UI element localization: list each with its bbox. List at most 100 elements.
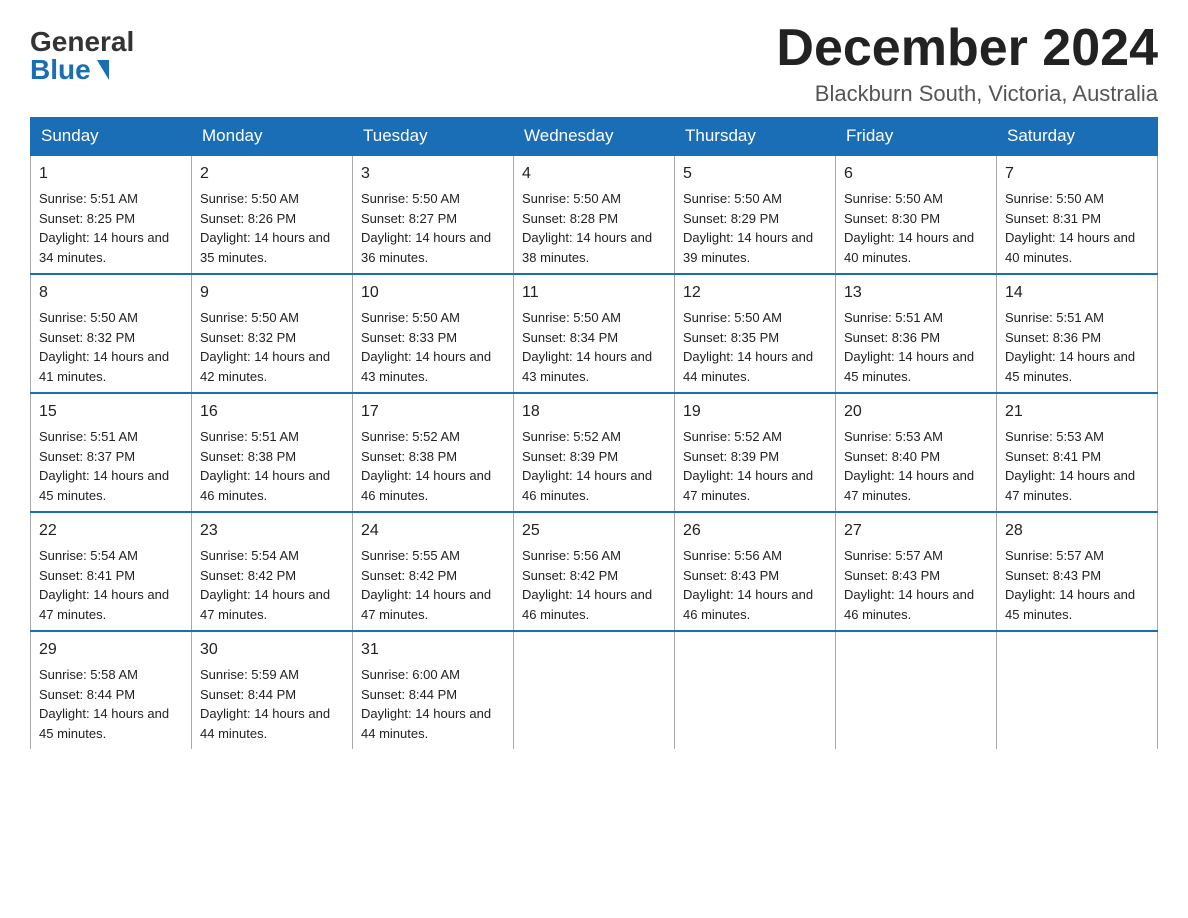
logo-general-text: General (30, 28, 134, 56)
daylight-label: Daylight: 14 hours and 47 minutes. (844, 468, 974, 503)
daylight-label: Daylight: 14 hours and 36 minutes. (361, 230, 491, 265)
sunset-label: Sunset: 8:33 PM (361, 330, 457, 345)
table-row: 2 Sunrise: 5:50 AM Sunset: 8:26 PM Dayli… (192, 155, 353, 274)
sunrise-label: Sunrise: 5:50 AM (683, 191, 782, 206)
logo-blue-text: Blue (30, 56, 109, 84)
month-title: December 2024 (776, 20, 1158, 77)
daylight-label: Daylight: 14 hours and 39 minutes. (683, 230, 813, 265)
day-number: 7 (1005, 162, 1149, 186)
sunset-label: Sunset: 8:42 PM (522, 568, 618, 583)
table-row: 10 Sunrise: 5:50 AM Sunset: 8:33 PM Dayl… (353, 274, 514, 393)
table-row: 31 Sunrise: 6:00 AM Sunset: 8:44 PM Dayl… (353, 631, 514, 749)
sunset-label: Sunset: 8:42 PM (200, 568, 296, 583)
day-number: 28 (1005, 519, 1149, 543)
day-number: 25 (522, 519, 666, 543)
sunset-label: Sunset: 8:29 PM (683, 211, 779, 226)
table-row: 14 Sunrise: 5:51 AM Sunset: 8:36 PM Dayl… (997, 274, 1158, 393)
sunset-label: Sunset: 8:32 PM (200, 330, 296, 345)
table-row: 11 Sunrise: 5:50 AM Sunset: 8:34 PM Dayl… (514, 274, 675, 393)
table-row: 29 Sunrise: 5:58 AM Sunset: 8:44 PM Dayl… (31, 631, 192, 749)
table-row: 21 Sunrise: 5:53 AM Sunset: 8:41 PM Dayl… (997, 393, 1158, 512)
table-row: 5 Sunrise: 5:50 AM Sunset: 8:29 PM Dayli… (675, 155, 836, 274)
day-number: 29 (39, 638, 183, 662)
sunset-label: Sunset: 8:27 PM (361, 211, 457, 226)
daylight-label: Daylight: 14 hours and 40 minutes. (1005, 230, 1135, 265)
sunset-label: Sunset: 8:43 PM (844, 568, 940, 583)
day-number: 18 (522, 400, 666, 424)
logo-triangle-icon (97, 60, 109, 80)
daylight-label: Daylight: 14 hours and 45 minutes. (1005, 349, 1135, 384)
col-monday: Monday (192, 118, 353, 156)
table-row: 9 Sunrise: 5:50 AM Sunset: 8:32 PM Dayli… (192, 274, 353, 393)
day-number: 9 (200, 281, 344, 305)
header-row: Sunday Monday Tuesday Wednesday Thursday… (31, 118, 1158, 156)
daylight-label: Daylight: 14 hours and 43 minutes. (522, 349, 652, 384)
sunset-label: Sunset: 8:34 PM (522, 330, 618, 345)
daylight-label: Daylight: 14 hours and 44 minutes. (361, 706, 491, 741)
day-number: 11 (522, 281, 666, 305)
sunrise-label: Sunrise: 5:52 AM (361, 429, 460, 444)
sunset-label: Sunset: 8:44 PM (200, 687, 296, 702)
daylight-label: Daylight: 14 hours and 44 minutes. (683, 349, 813, 384)
sunset-label: Sunset: 8:36 PM (844, 330, 940, 345)
table-row: 22 Sunrise: 5:54 AM Sunset: 8:41 PM Dayl… (31, 512, 192, 631)
day-number: 20 (844, 400, 988, 424)
table-row (514, 631, 675, 749)
sunset-label: Sunset: 8:26 PM (200, 211, 296, 226)
day-number: 31 (361, 638, 505, 662)
daylight-label: Daylight: 14 hours and 45 minutes. (844, 349, 974, 384)
day-number: 4 (522, 162, 666, 186)
sunrise-label: Sunrise: 5:58 AM (39, 667, 138, 682)
col-thursday: Thursday (675, 118, 836, 156)
sunrise-label: Sunrise: 5:56 AM (683, 548, 782, 563)
sunrise-label: Sunrise: 5:50 AM (683, 310, 782, 325)
sunset-label: Sunset: 8:31 PM (1005, 211, 1101, 226)
day-number: 23 (200, 519, 344, 543)
table-row: 16 Sunrise: 5:51 AM Sunset: 8:38 PM Dayl… (192, 393, 353, 512)
table-row: 17 Sunrise: 5:52 AM Sunset: 8:38 PM Dayl… (353, 393, 514, 512)
sunset-label: Sunset: 8:39 PM (683, 449, 779, 464)
sunrise-label: Sunrise: 5:57 AM (1005, 548, 1104, 563)
calendar-table: Sunday Monday Tuesday Wednesday Thursday… (30, 117, 1158, 749)
table-row: 20 Sunrise: 5:53 AM Sunset: 8:40 PM Dayl… (836, 393, 997, 512)
table-row: 6 Sunrise: 5:50 AM Sunset: 8:30 PM Dayli… (836, 155, 997, 274)
sunrise-label: Sunrise: 5:51 AM (200, 429, 299, 444)
daylight-label: Daylight: 14 hours and 38 minutes. (522, 230, 652, 265)
title-block: December 2024 Blackburn South, Victoria,… (776, 20, 1158, 107)
day-number: 16 (200, 400, 344, 424)
table-row (675, 631, 836, 749)
day-number: 19 (683, 400, 827, 424)
sunset-label: Sunset: 8:39 PM (522, 449, 618, 464)
sunset-label: Sunset: 8:40 PM (844, 449, 940, 464)
sunrise-label: Sunrise: 5:50 AM (844, 191, 943, 206)
daylight-label: Daylight: 14 hours and 46 minutes. (522, 468, 652, 503)
daylight-label: Daylight: 14 hours and 44 minutes. (200, 706, 330, 741)
day-number: 22 (39, 519, 183, 543)
table-row: 23 Sunrise: 5:54 AM Sunset: 8:42 PM Dayl… (192, 512, 353, 631)
day-number: 17 (361, 400, 505, 424)
day-number: 13 (844, 281, 988, 305)
table-row: 18 Sunrise: 5:52 AM Sunset: 8:39 PM Dayl… (514, 393, 675, 512)
col-tuesday: Tuesday (353, 118, 514, 156)
sunset-label: Sunset: 8:43 PM (683, 568, 779, 583)
sunset-label: Sunset: 8:38 PM (200, 449, 296, 464)
daylight-label: Daylight: 14 hours and 45 minutes. (39, 468, 169, 503)
sunrise-label: Sunrise: 5:51 AM (1005, 310, 1104, 325)
sunrise-label: Sunrise: 5:59 AM (200, 667, 299, 682)
day-number: 24 (361, 519, 505, 543)
sunrise-label: Sunrise: 5:50 AM (39, 310, 138, 325)
sunrise-label: Sunrise: 5:51 AM (39, 429, 138, 444)
table-row: 3 Sunrise: 5:50 AM Sunset: 8:27 PM Dayli… (353, 155, 514, 274)
sunset-label: Sunset: 8:43 PM (1005, 568, 1101, 583)
table-row: 27 Sunrise: 5:57 AM Sunset: 8:43 PM Dayl… (836, 512, 997, 631)
daylight-label: Daylight: 14 hours and 46 minutes. (361, 468, 491, 503)
sunset-label: Sunset: 8:41 PM (1005, 449, 1101, 464)
col-wednesday: Wednesday (514, 118, 675, 156)
sunset-label: Sunset: 8:44 PM (361, 687, 457, 702)
sunset-label: Sunset: 8:32 PM (39, 330, 135, 345)
sunrise-label: Sunrise: 5:50 AM (361, 310, 460, 325)
sunrise-label: Sunrise: 5:53 AM (844, 429, 943, 444)
table-row: 12 Sunrise: 5:50 AM Sunset: 8:35 PM Dayl… (675, 274, 836, 393)
sunrise-label: Sunrise: 5:50 AM (522, 191, 621, 206)
location-title: Blackburn South, Victoria, Australia (776, 81, 1158, 107)
